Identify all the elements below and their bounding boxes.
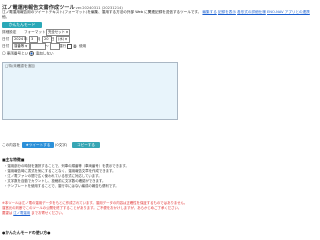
howto-title: ●かんたんモードの使い方● (2, 230, 51, 235)
edit-link[interactable]: 編集する (202, 10, 216, 14)
notice-rest: お寄せください。 (38, 211, 66, 215)
format-value: 完全セット (48, 30, 65, 34)
kind-value: 運番等 (14, 44, 25, 48)
kind-label: 日付 (2, 44, 10, 48)
year-unit: 年 (24, 37, 28, 41)
option-marker: 〇 (2, 51, 6, 56)
spec-link[interactable]: 各形式の詳細仕様 (237, 10, 266, 14)
option-row: 〇 車両番号とい 追加しない (2, 51, 54, 57)
range-separator: ～ (45, 44, 49, 48)
chevron-down-icon: ▼ (65, 38, 68, 41)
number-unit-label: 番 (73, 44, 77, 49)
month-unit: 月 (37, 37, 41, 41)
format-select[interactable]: 完全セット▼ (46, 29, 70, 36)
feature-item: ・テンプレートを使用することで、運行中にはない編成の報告も便利です。 (4, 184, 119, 188)
use-checkbox[interactable] (67, 44, 72, 49)
simple-mode-button[interactable]: かんたんモード (2, 22, 42, 28)
intro-line1: 江ノ電運用報告用のツイートテキスト(フォーマット)を編集、運用する方法の外部 W… (2, 10, 202, 14)
option-car-number-label: 車両番号とい (6, 51, 29, 56)
textarea-placeholder: □特/未確認を追加 (5, 64, 35, 68)
kind-select[interactable]: 運番等▼ (12, 43, 30, 50)
weekday-value: (水) (58, 37, 65, 41)
weekday-select[interactable]: (水)▼ (56, 36, 70, 43)
notice-prefix: 要望は (2, 211, 13, 215)
date-label: 日付 (2, 37, 10, 41)
intro-text: 江ノ電運用報告用のツイートテキスト(フォーマット)を編集、運用する方法の外部 W… (2, 10, 318, 20)
intro-line2: 他。 (2, 15, 10, 19)
features-title: ■主な特徴■ (2, 157, 25, 162)
number-unit-group: 番 (67, 44, 77, 50)
report-textarea[interactable]: □特/未確認を追加 (2, 62, 178, 120)
option-no-add-label: 追加しない (35, 51, 54, 56)
counter-label: この内容を (2, 143, 20, 147)
records-link[interactable]: 記録を表示 (218, 10, 236, 14)
copy-button[interactable]: コピーする (72, 142, 100, 148)
notice-line3: 要望は 江ノ電運用 までお寄せください。 (2, 211, 318, 216)
features-list: ・運用部分の時刻を選択することで、列車の順番等（車両番号）を表示できます。 ・運… (4, 164, 204, 189)
radio-no-add[interactable] (29, 51, 35, 56)
char-count: (0文字) (55, 143, 68, 147)
chevron-down-icon: ▼ (25, 45, 28, 48)
use-label: 使用 (79, 44, 87, 48)
tweet-button[interactable]: ★ツイートする (22, 142, 54, 148)
run-unit: 運行 (59, 44, 67, 48)
format-label: フォーマット (24, 30, 46, 34)
app-link[interactable]: ENO-NAV アプリとの連携 (267, 10, 310, 14)
run-number-input[interactable] (30, 43, 46, 50)
contact-link[interactable]: 江ノ電運用 (13, 211, 30, 215)
notice-text: ※本ツールは江ノ電の運用データをもとに作成されています。運用データの内容は正確性… (2, 201, 318, 216)
tab-label: 詳細設定 (2, 30, 17, 34)
chevron-down-icon: ▼ (65, 31, 68, 34)
day-unit: 日 (51, 37, 55, 41)
